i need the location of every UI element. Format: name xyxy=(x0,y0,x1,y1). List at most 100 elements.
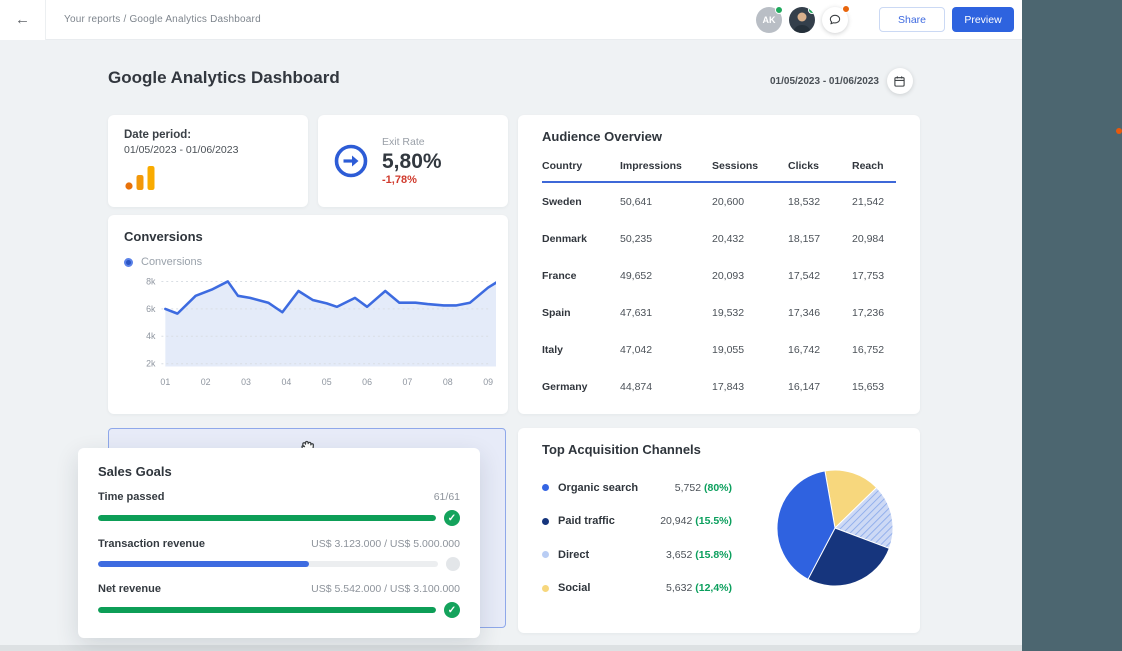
chart-legend: Conversions xyxy=(124,256,492,268)
goal-head: Transaction revenue US$ 3.123.000 / US$ 5… xyxy=(98,538,460,550)
country-cell: Spain xyxy=(542,307,620,319)
exit-rate-card[interactable]: Exit Rate 5,80% -1,78% xyxy=(318,115,508,207)
channel-dot-icon xyxy=(542,585,549,592)
value-cell: 16,742 xyxy=(788,344,852,356)
svg-text:08: 08 xyxy=(443,377,453,387)
goal-row: Net revenueUS$ 5.542.000 / US$ 3.100.000… xyxy=(98,583,460,618)
channel-percent: (12,4%) xyxy=(695,582,732,594)
country-cell: Germany xyxy=(542,381,620,393)
value-cell: 44,874 xyxy=(620,381,712,393)
table-row: Denmark50,23520,43218,15720,984 xyxy=(542,220,896,257)
date-range-control: 01/05/2023 - 01/06/2023 xyxy=(770,68,928,94)
channel-label: Organic search xyxy=(558,482,638,494)
value-cell: 16,752 xyxy=(852,344,900,356)
chat-bubble-icon xyxy=(828,13,842,27)
exit-rate-delta: -1,78% xyxy=(382,174,442,186)
goal-head: Net revenueUS$ 5.542.000 / US$ 3.100.000 xyxy=(98,583,460,595)
table-body: Sweden50,64120,60018,53221,542Denmark50,… xyxy=(542,183,896,405)
channel-percent: (15.8%) xyxy=(695,549,732,561)
share-button[interactable]: Share xyxy=(879,7,945,32)
svg-text:09: 09 xyxy=(483,377,493,387)
goal-label: Transaction revenue xyxy=(98,538,205,550)
table-row: Sweden50,64120,60018,53221,542 xyxy=(542,183,896,220)
desktop-orange-dot xyxy=(1116,128,1122,134)
svg-text:04: 04 xyxy=(281,377,291,387)
bottom-scrollbar-track[interactable] xyxy=(0,645,1022,651)
table-row: France49,65220,09317,54217,753 xyxy=(542,257,896,294)
goal-label: Net revenue xyxy=(98,583,161,595)
progress-bar xyxy=(98,515,436,521)
goal-row: Transaction revenue US$ 3.123.000 / US$ 5… xyxy=(98,538,460,571)
conversions-card[interactable]: Conversions Conversions 8k6k4k2k01020304… xyxy=(108,215,508,414)
date-period-range: 01/05/2023 - 01/06/2023 xyxy=(124,144,292,156)
google-analytics-logo-icon xyxy=(124,166,160,190)
audience-overview-card[interactable]: Audience Overview CountryImpressionsSess… xyxy=(518,115,920,414)
date-period-label: Date period: xyxy=(124,129,292,141)
progress-fill xyxy=(98,515,436,521)
arrow-right-circle-icon xyxy=(334,144,368,178)
date-range[interactable]: 01/05/2023 - 01/06/2023 xyxy=(770,76,879,87)
table-header-row: CountryImpressionsSessionsClicksReach xyxy=(542,160,896,183)
svg-text:06: 06 xyxy=(362,377,372,387)
exit-rate-texts: Exit Rate 5,80% -1,78% xyxy=(382,136,442,185)
channels-legend: Organic search5,752 (80%)Paid traffic20,… xyxy=(542,471,732,605)
channel-row: Direct3,652 (15.8%) xyxy=(542,538,732,572)
value-cell: 47,042 xyxy=(620,344,712,356)
date-period-card[interactable]: Date period: 01/05/2023 - 01/06/2023 xyxy=(108,115,308,207)
svg-text:2k: 2k xyxy=(146,359,156,369)
avatar-photo[interactable] xyxy=(789,7,815,33)
avatar-ak[interactable]: AK xyxy=(756,7,782,33)
channel-value: 5,632 (12,4%) xyxy=(666,582,732,594)
sales-goals-title: Sales Goals xyxy=(98,464,460,479)
goal-bar-row: ✓ xyxy=(98,510,460,526)
value-cell: 17,236 xyxy=(852,307,900,319)
channel-percent: (80%) xyxy=(704,482,732,494)
value-cell: 20,600 xyxy=(712,196,788,208)
online-status-dot xyxy=(775,6,783,14)
channel-row: Paid traffic20,942 (15.5%) xyxy=(542,505,732,539)
channel-percent: (15.5%) xyxy=(695,515,732,527)
progress-fill xyxy=(98,561,309,567)
legend-dot-icon xyxy=(124,258,133,267)
svg-text:05: 05 xyxy=(322,377,332,387)
value-cell: 17,753 xyxy=(852,270,900,282)
goal-value: US$ 3.123.000 / US$ 5.000.000 xyxy=(311,538,460,550)
pie-chart-wrap xyxy=(774,467,896,605)
country-cell: Italy xyxy=(542,344,620,356)
check-icon: ✓ xyxy=(444,510,460,526)
column-header: Impressions xyxy=(620,160,712,172)
value-cell: 17,346 xyxy=(788,307,852,319)
channel-row: Organic search5,752 (80%) xyxy=(542,471,732,505)
breadcrumb[interactable]: Your reports / Google Analytics Dashboar… xyxy=(64,14,261,25)
country-cell: Denmark xyxy=(542,233,620,245)
channel-value: 3,652 (15.8%) xyxy=(666,549,732,561)
acquisition-pie-chart xyxy=(774,467,896,589)
calendar-button[interactable] xyxy=(887,68,913,94)
goal-head: Time passed61/61 xyxy=(98,491,460,503)
column-header: Country xyxy=(542,160,620,172)
channel-value: 20,942 (15.5%) xyxy=(660,515,732,527)
column-header: Reach xyxy=(852,160,900,172)
page-title: Google Analytics Dashboard xyxy=(108,68,340,88)
channel-dot-icon xyxy=(542,518,549,525)
channel-row: Social5,632 (12,4%) xyxy=(542,572,732,606)
back-button[interactable]: ← xyxy=(0,0,46,40)
acquisition-channels-card[interactable]: Top Acquisition Channels Organic search5… xyxy=(518,428,920,633)
incomplete-circle-icon xyxy=(446,557,460,571)
acquisition-title: Top Acquisition Channels xyxy=(542,442,896,457)
progress-fill xyxy=(98,607,436,613)
svg-text:03: 03 xyxy=(241,377,251,387)
sales-goals-card[interactable]: Sales Goals Time passed61/61 ✓ Transaction… xyxy=(78,448,480,638)
goal-bar-row: ✓ xyxy=(98,602,460,618)
progress-bar xyxy=(98,561,438,567)
svg-text:6k: 6k xyxy=(146,304,156,314)
svg-text:8k: 8k xyxy=(146,276,156,286)
legend-label: Conversions xyxy=(141,256,202,268)
value-cell: 15,653 xyxy=(852,381,900,393)
comments-button[interactable] xyxy=(822,7,848,33)
value-cell: 20,432 xyxy=(712,233,788,245)
country-cell: France xyxy=(542,270,620,282)
preview-button[interactable]: Preview xyxy=(952,7,1014,32)
conversions-line-chart: 8k6k4k2k010203040506070809 xyxy=(124,270,496,398)
value-cell: 18,157 xyxy=(788,233,852,245)
